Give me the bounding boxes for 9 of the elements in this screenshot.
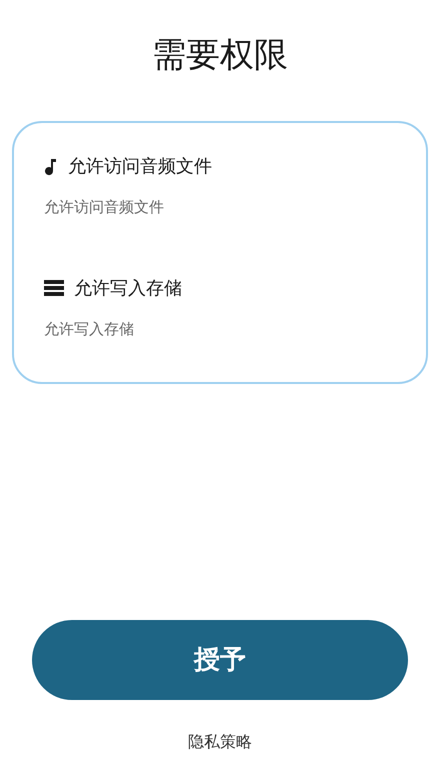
permission-title: 允许访问音频文件	[68, 155, 212, 179]
permission-description: 允许访问音频文件	[44, 197, 165, 218]
permission-description: 允许写入存储	[44, 318, 135, 340]
music-note-icon	[44, 158, 58, 176]
permission-title: 允许写入存储	[74, 276, 182, 300]
page-title: 需要权限	[152, 34, 288, 77]
privacy-policy-link[interactable]: 隐私策略	[188, 730, 252, 754]
grant-button[interactable]: 授予	[32, 620, 408, 700]
storage-icon	[44, 280, 64, 296]
